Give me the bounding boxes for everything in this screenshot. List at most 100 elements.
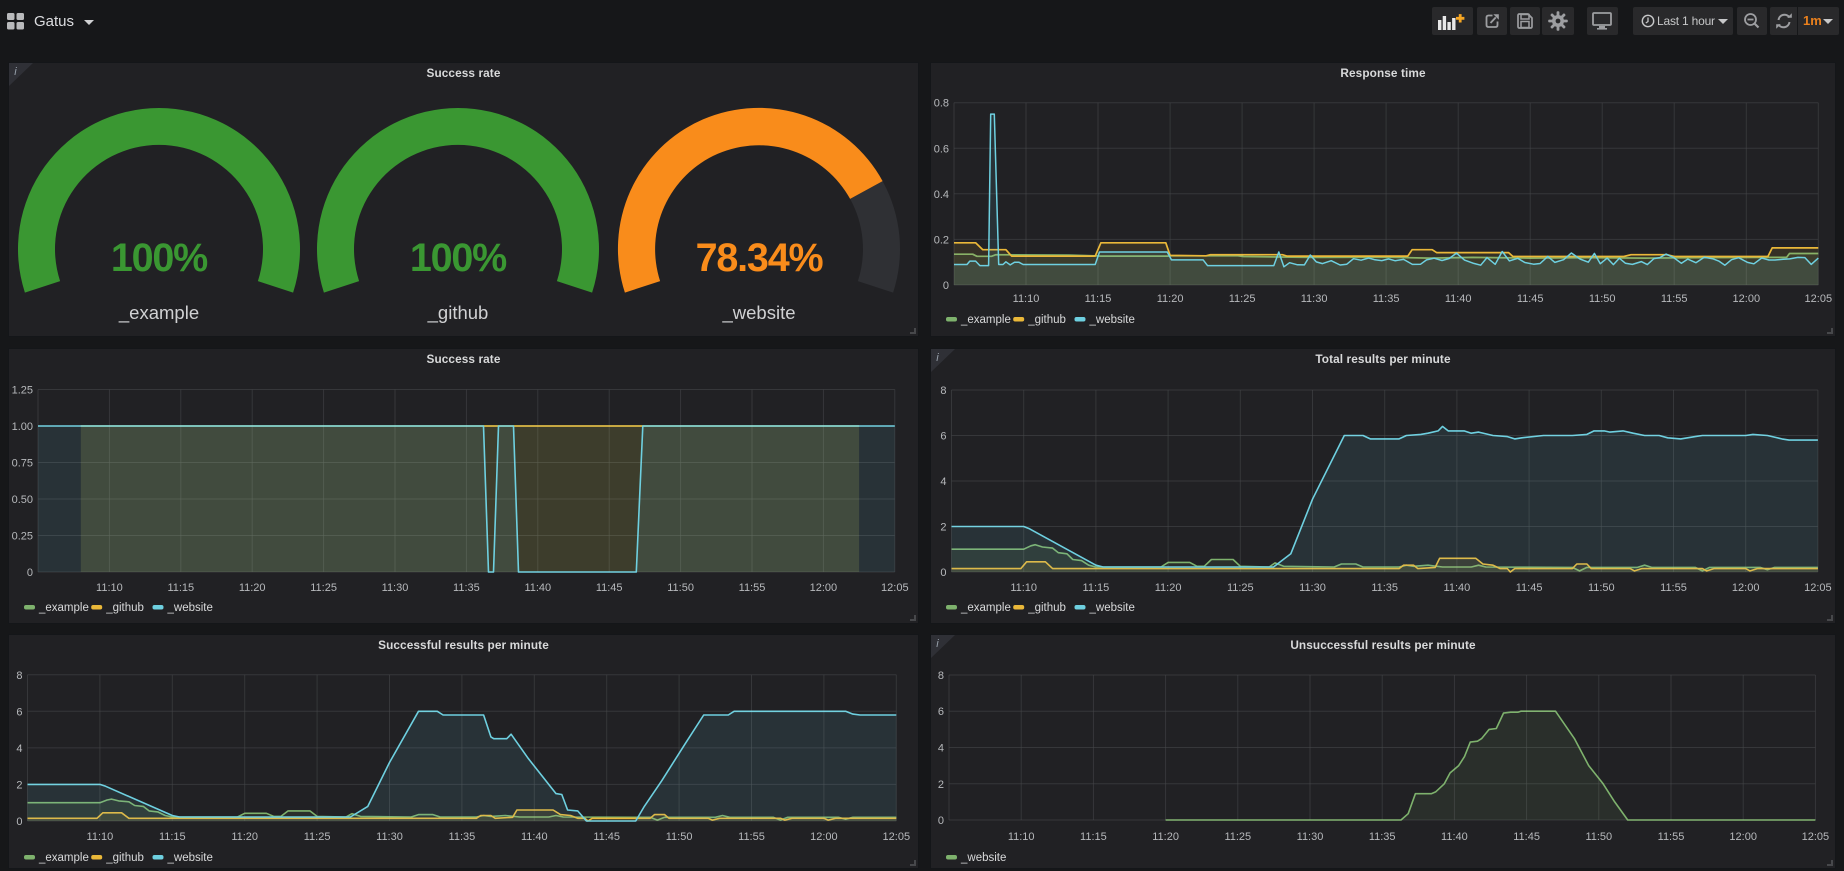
svg-text:6: 6 [938, 706, 944, 718]
svg-text:0.75: 0.75 [12, 458, 33, 470]
svg-text:11:40: 11:40 [524, 582, 551, 594]
svg-text:11:30: 11:30 [376, 831, 403, 843]
svg-text:12:00: 12:00 [1732, 582, 1760, 594]
svg-text:11:20: 11:20 [1152, 831, 1179, 843]
svg-text:_github: _github [105, 602, 144, 614]
svg-text:8: 8 [16, 670, 22, 682]
svg-text:6: 6 [940, 431, 946, 443]
svg-text:0: 0 [940, 567, 946, 579]
svg-text:_website: _website [167, 602, 213, 614]
svg-text:_github: _github [427, 302, 489, 324]
svg-text:4: 4 [16, 743, 22, 755]
svg-text:11:15: 11:15 [167, 582, 194, 594]
svg-text:12:05: 12:05 [1805, 293, 1833, 305]
svg-text:2: 2 [16, 779, 22, 791]
svg-text:11:45: 11:45 [1517, 293, 1544, 305]
svg-text:0: 0 [27, 567, 33, 579]
svg-text:1.00: 1.00 [12, 421, 33, 433]
svg-text:2: 2 [940, 522, 946, 534]
svg-text:11:50: 11:50 [1585, 831, 1612, 843]
svg-text:11:25: 11:25 [310, 582, 337, 594]
svg-text:11:25: 11:25 [1224, 831, 1251, 843]
svg-text:8: 8 [938, 670, 944, 682]
svg-text:0: 0 [16, 816, 22, 828]
svg-text:_website: _website [1089, 602, 1135, 614]
svg-text:6: 6 [16, 706, 22, 718]
svg-text:_example: _example [960, 602, 1011, 614]
svg-text:0.25: 0.25 [12, 531, 33, 543]
svg-text:0.2: 0.2 [934, 234, 949, 246]
svg-text:0.8: 0.8 [934, 98, 949, 110]
svg-text:78.34%: 78.34% [696, 236, 824, 280]
svg-text:11:15: 11:15 [1083, 582, 1110, 594]
svg-text:2: 2 [938, 779, 944, 791]
svg-text:0: 0 [938, 815, 944, 827]
svg-text:_website: _website [1089, 314, 1135, 326]
svg-text:100%: 100% [410, 236, 507, 280]
svg-text:11:10: 11:10 [1008, 831, 1035, 843]
svg-text:_website: _website [721, 302, 795, 324]
svg-text:0.6: 0.6 [934, 143, 949, 155]
svg-text:11:10: 11:10 [1010, 582, 1037, 594]
svg-text:11:30: 11:30 [1301, 293, 1328, 305]
svg-text:_example: _example [38, 602, 89, 614]
svg-text:12:05: 12:05 [881, 582, 909, 594]
svg-text:11:30: 11:30 [382, 582, 409, 594]
svg-text:11:50: 11:50 [667, 582, 694, 594]
svg-text:1.25: 1.25 [12, 385, 33, 397]
svg-text:11:35: 11:35 [449, 831, 476, 843]
svg-text:11:15: 11:15 [159, 831, 186, 843]
svg-text:100%: 100% [111, 236, 208, 280]
svg-text:11:15: 11:15 [1085, 293, 1112, 305]
svg-text:11:40: 11:40 [1441, 831, 1468, 843]
svg-text:11:20: 11:20 [1155, 582, 1182, 594]
svg-text:11:40: 11:40 [521, 831, 548, 843]
svg-text:4: 4 [940, 476, 946, 488]
svg-text:_example: _example [960, 314, 1011, 326]
svg-text:11:50: 11:50 [1589, 293, 1616, 305]
svg-text:11:55: 11:55 [1658, 831, 1685, 843]
svg-text:11:25: 11:25 [1229, 293, 1256, 305]
svg-text:11:45: 11:45 [1516, 582, 1543, 594]
svg-text:11:35: 11:35 [453, 582, 480, 594]
svg-text:11:55: 11:55 [739, 582, 766, 594]
svg-text:12:00: 12:00 [810, 831, 838, 843]
svg-text:11:55: 11:55 [1660, 582, 1687, 594]
svg-text:11:55: 11:55 [1661, 293, 1688, 305]
svg-text:11:55: 11:55 [738, 831, 765, 843]
svg-text:_github: _github [1027, 314, 1066, 326]
svg-text:11:40: 11:40 [1444, 582, 1471, 594]
svg-text:11:40: 11:40 [1445, 293, 1472, 305]
svg-text:11:50: 11:50 [666, 831, 693, 843]
svg-text:4: 4 [938, 743, 944, 755]
svg-text:11:35: 11:35 [1369, 831, 1396, 843]
svg-text:0: 0 [943, 280, 949, 292]
svg-text:11:15: 11:15 [1080, 831, 1107, 843]
svg-text:0.50: 0.50 [12, 494, 33, 506]
svg-text:11:20: 11:20 [239, 582, 266, 594]
svg-text:0.4: 0.4 [934, 189, 949, 201]
svg-text:_github: _github [105, 852, 144, 864]
svg-text:11:30: 11:30 [1297, 831, 1324, 843]
svg-text:_website: _website [167, 852, 213, 864]
svg-text:_example: _example [38, 852, 89, 864]
svg-text:11:35: 11:35 [1373, 293, 1400, 305]
svg-text:11:20: 11:20 [231, 831, 258, 843]
svg-text:11:45: 11:45 [593, 831, 620, 843]
svg-text:11:45: 11:45 [596, 582, 623, 594]
svg-text:11:10: 11:10 [1013, 293, 1040, 305]
svg-text:12:00: 12:00 [1733, 293, 1761, 305]
svg-text:11:10: 11:10 [87, 831, 114, 843]
svg-text:_github: _github [1027, 602, 1066, 614]
svg-text:8: 8 [940, 385, 946, 397]
svg-text:11:35: 11:35 [1371, 582, 1398, 594]
svg-text:12:05: 12:05 [1802, 831, 1830, 843]
svg-text:12:05: 12:05 [1804, 582, 1832, 594]
svg-text:11:25: 11:25 [1227, 582, 1254, 594]
svg-text:11:50: 11:50 [1588, 582, 1615, 594]
svg-text:11:45: 11:45 [1513, 831, 1540, 843]
svg-text:11:30: 11:30 [1299, 582, 1326, 594]
svg-text:12:05: 12:05 [883, 831, 911, 843]
svg-text:11:10: 11:10 [96, 582, 123, 594]
svg-text:11:20: 11:20 [1157, 293, 1184, 305]
